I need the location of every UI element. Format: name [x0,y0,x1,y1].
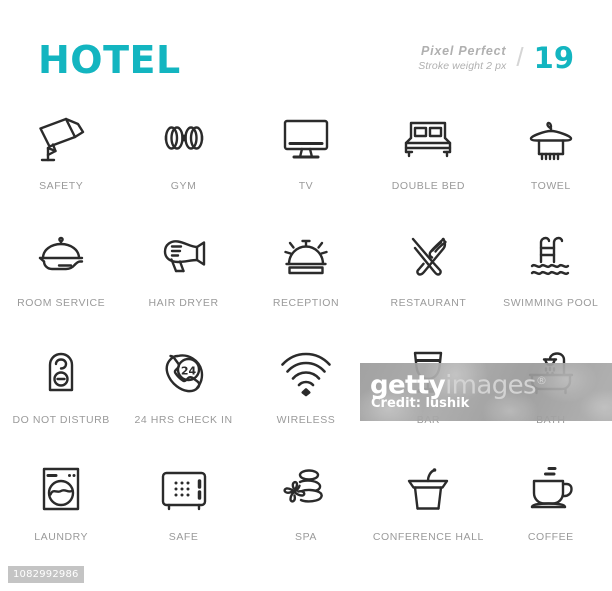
icon-label: ROOM SERVICE [17,297,106,309]
pixel-perfect-label: Pixel Perfect [420,43,507,58]
icon-cell-laundry[interactable]: LAUNDRY [0,447,122,564]
icon-label: HAIR DRYER [148,297,219,309]
dumbbell-icon [148,104,220,172]
stroke-weight-label: Stroke weight 2 px [418,59,507,72]
asset-id-label: 1082992986 [8,566,84,583]
trademark-symbol: ® [536,374,547,387]
header: HOTEL Pixel Perfect Stroke weight 2 px /… [0,0,612,96]
television-icon [270,104,342,172]
icon-cell-reception[interactable]: RECEPTION [245,213,367,330]
icon-cell-swimming-pool[interactable]: SWIMMING POOL [490,213,612,330]
security-camera-icon [25,104,97,172]
icon-label: TV [298,180,314,192]
icon-cell-towel[interactable]: TOWEL [490,96,612,213]
cloche-tray-icon [25,221,97,289]
icon-cell-restaurant[interactable]: RESTAURANT [367,213,489,330]
icon-cell-do-not-disturb[interactable]: DO NOT DISTURB [0,330,122,447]
icon-label: WIRELESS [276,414,336,426]
icon-cell-coffee[interactable]: COFFEE [490,447,612,564]
icon-label: GYM [170,180,197,192]
icon-label: SAFE [168,531,199,543]
icon-cell-tv[interactable]: TV [245,96,367,213]
icon-label: LAUNDRY [34,531,89,543]
icon-cell-wireless[interactable]: WIRELESS [245,330,367,447]
door-hanger-icon [25,338,97,406]
icon-label: DOUBLE BED [391,180,465,192]
meta-separator: / [516,42,524,72]
icon-cell-hair-dryer[interactable]: HAIR DRYER [122,213,244,330]
icon-cell-safety[interactable]: SAFETY [0,96,122,213]
fork-knife-icon [392,221,464,289]
double-bed-icon [392,104,464,172]
icon-cell-24hrs-check-in[interactable]: 24 24 HRS CHECK IN [122,330,244,447]
lectern-podium-icon [392,455,464,523]
phone-24hrs-icon: 24 [148,338,220,406]
wifi-icon [270,338,342,406]
meta-text-block: Pixel Perfect Stroke weight 2 px [418,44,506,73]
swimming-pool-icon [515,221,587,289]
icon-count-badge: 19 [533,41,574,75]
icon-label: SWIMMING POOL [503,297,599,309]
icon-grid: SAFETY GYM TV DOUBLE BED TOWEL ROOM SERV… [0,96,612,564]
icon-label: 24 HRS CHECK IN [134,414,233,426]
coffee-cup-icon [515,455,587,523]
icon-label: CONFERENCE HALL [372,531,484,543]
icon-label: RESTAURANT [390,297,467,309]
towel-hanger-icon [515,104,587,172]
icon-label: RECEPTION [272,297,340,309]
credit-label: Credit: lushik [371,396,470,411]
icon-cell-spa[interactable]: SPA [245,447,367,564]
reception-bell-icon [270,221,342,289]
icon-label: TOWEL [530,180,571,192]
hair-dryer-icon [148,221,220,289]
icon-cell-gym[interactable]: GYM [122,96,244,213]
page-title: HOTEL [38,38,181,82]
icon-cell-conference-hall[interactable]: CONFERENCE HALL [367,447,489,564]
svg-text:24: 24 [180,364,196,377]
icon-label: COFFEE [527,531,574,543]
icon-label: DO NOT DISTURB [12,414,110,426]
safe-box-icon [148,455,220,523]
icon-cell-room-service[interactable]: ROOM SERVICE [0,213,122,330]
icon-cell-safe[interactable]: SAFE [122,447,244,564]
spa-stones-flower-icon [270,455,342,523]
header-meta: Pixel Perfect Stroke weight 2 px / 19 [418,42,574,74]
icon-label: SAFETY [39,180,84,192]
washing-machine-icon [25,455,97,523]
icon-cell-double-bed[interactable]: DOUBLE BED [367,96,489,213]
icon-label: SPA [295,531,317,543]
